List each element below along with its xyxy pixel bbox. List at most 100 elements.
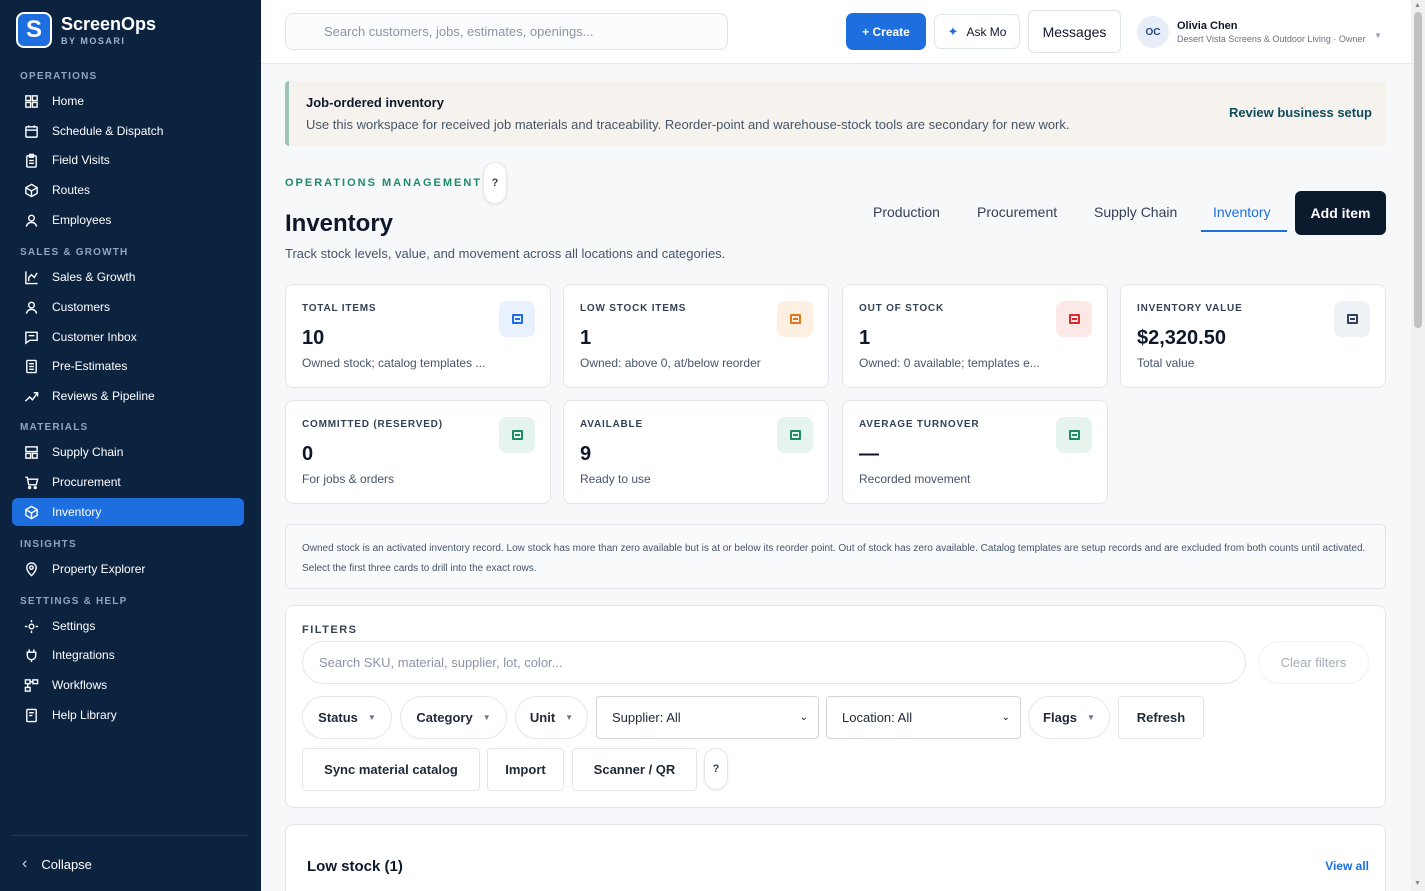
page-help-button[interactable]: ? [483, 162, 507, 204]
sidebar-item-settings[interactable]: Settings [12, 612, 244, 640]
stat-value: 1 [580, 327, 592, 349]
stat-note: Total value [1137, 356, 1195, 370]
ask-mo-label: Ask Mo [966, 24, 1007, 39]
tab-production[interactable]: Production [873, 204, 940, 220]
sidebar-item-label: Pre-Estimates [52, 359, 128, 373]
refresh-button[interactable]: Refresh [1118, 696, 1204, 739]
review-business-setup-link[interactable]: Review business setup [1229, 105, 1372, 120]
tab-supply-chain[interactable]: Supply Chain [1094, 204, 1177, 220]
workflow-icon [24, 678, 39, 692]
status-filter-label: Status [318, 710, 358, 725]
stat-card-average-turnover: AVERAGE TURNOVER — Recorded movement [842, 400, 1108, 504]
messages-button[interactable]: Messages [1028, 10, 1121, 53]
sidebar-item-field-visits[interactable]: Field Visits [12, 146, 244, 174]
sidebar-item-label: Property Explorer [52, 562, 146, 576]
import-button[interactable]: Import [487, 748, 564, 791]
brand-logo: S [16, 12, 52, 48]
create-button[interactable]: + Create [846, 13, 926, 50]
sidebar-item-procurement[interactable]: Procurement [12, 468, 244, 496]
sidebar-item-workflows[interactable]: Workflows [12, 671, 244, 699]
sidebar-item-customer-inbox[interactable]: Customer Inbox [12, 323, 244, 351]
tab-procurement[interactable]: Procurement [977, 204, 1057, 220]
stat-label: OUT OF STOCK [859, 303, 944, 314]
sparkle-icon: ✦ [947, 23, 959, 39]
chat-icon [25, 331, 38, 345]
unit-filter-label: Unit [529, 710, 556, 725]
scroll-up-arrow-icon[interactable]: ▲ [1414, 2, 1421, 9]
tab-inventory[interactable]: Inventory [1213, 204, 1271, 220]
stock-definitions-note: Owned stock is an activated inventory re… [285, 524, 1386, 589]
category-filter[interactable]: Category ▼ [400, 696, 507, 739]
box-icon [1056, 417, 1092, 453]
sidebar-item-reviews-pipeline[interactable]: Reviews & Pipeline [12, 382, 244, 410]
sidebar-item-inventory[interactable]: Inventory [12, 498, 244, 526]
scroll-thumb[interactable] [1414, 12, 1422, 328]
stat-note: Owned: 0 available; templates e... [859, 356, 1040, 370]
sidebar-item-supply-chain[interactable]: Supply Chain [12, 438, 244, 466]
active-tab-indicator [1201, 230, 1287, 232]
sidebar-item-label: Workflows [52, 678, 108, 692]
caret-down-icon: ▼ [1087, 713, 1095, 722]
location-select[interactable]: Location: All ⌄ [826, 696, 1021, 739]
stat-note: Owned: above 0, at/below reorder [580, 356, 761, 370]
sidebar-item-label: Home [52, 94, 85, 108]
sidebar-divider [12, 835, 248, 836]
stat-label: LOW STOCK ITEMS [580, 303, 687, 314]
supplier-select[interactable]: Supplier: All ⌄ [596, 696, 819, 739]
sidebar-item-schedule-dispatch[interactable]: Schedule & Dispatch [12, 117, 244, 145]
chevron-down-icon: ⌄ [799, 712, 808, 723]
category-filter-label: Category [416, 710, 473, 725]
stat-card-inventory-value: INVENTORY VALUE $2,320.50 Total value [1120, 284, 1386, 388]
filters-help-button[interactable]: ? [704, 748, 728, 790]
chevron-left-icon: ‹ [22, 855, 28, 872]
sidebar-item-label: Integrations [52, 648, 115, 662]
stat-note: Recorded movement [859, 472, 971, 486]
location-select-value: Location: All [842, 710, 913, 725]
sidebar-item-employees[interactable]: Employees [12, 206, 244, 234]
chart-bar-icon [25, 270, 38, 284]
page-title: Inventory [285, 210, 394, 237]
sidebar-item-label: Customers [52, 300, 111, 314]
status-filter[interactable]: Status ▼ [302, 696, 392, 739]
ask-mo-button[interactable]: ✦ Ask Mo [934, 14, 1020, 49]
sidebar-item-label: Customer Inbox [52, 330, 137, 344]
scroll-down-arrow-icon[interactable]: ▼ [1414, 880, 1421, 887]
sidebar-item-integrations[interactable]: Integrations [12, 641, 244, 669]
brand[interactable]: S ScreenOps BY MOSARI [16, 12, 156, 48]
low-stock-panel: Low stock (1) View all [285, 824, 1386, 891]
brand-sub: BY MOSARI [61, 36, 126, 46]
nav-section-operations: OPERATIONS [20, 71, 98, 82]
stat-note: For jobs & orders [302, 472, 395, 486]
sidebar-item-pre-estimates[interactable]: Pre-Estimates [12, 352, 244, 380]
sidebar-item-label: Field Visits [52, 153, 110, 167]
job-ordered-notice: Job-ordered inventory Use this workspace… [285, 81, 1387, 146]
sidebar-item-customers[interactable]: Customers [12, 293, 244, 321]
scanner-qr-button[interactable]: Scanner / QR [572, 748, 697, 791]
inventory-search-input[interactable]: Search SKU, material, supplier, lot, col… [302, 641, 1246, 684]
user-name: Olivia Chen [1177, 20, 1238, 32]
sidebar-item-sales-growth[interactable]: Sales & Growth [12, 263, 244, 291]
user-menu[interactable]: OC Olivia Chen Desert Vista Screens & Ou… [1137, 16, 1382, 48]
caret-down-icon: ▼ [482, 713, 491, 722]
stat-card-out-of-stock[interactable]: OUT OF STOCK 1 Owned: 0 available; templ… [842, 284, 1108, 388]
page-scrollbar[interactable]: ▲ ▼ [1411, 0, 1425, 891]
unit-filter[interactable]: Unit ▼ [515, 696, 588, 739]
add-item-button[interactable]: Add item [1295, 191, 1386, 235]
view-all-link[interactable]: View all [1325, 859, 1369, 873]
notice-text: Use this workspace for received job mate… [306, 117, 1070, 132]
sidebar: S ScreenOps BY MOSARI OPERATIONS SALES &… [0, 0, 261, 891]
sync-material-catalog-button[interactable]: Sync material catalog [302, 748, 480, 791]
sidebar-item-home[interactable]: Home [12, 87, 244, 115]
plug-icon [26, 648, 37, 662]
flags-filter[interactable]: Flags ▼ [1028, 696, 1110, 739]
nav-section-settings-help: SETTINGS & HELP [20, 596, 128, 607]
clear-filters-button[interactable]: Clear filters [1258, 641, 1369, 684]
sidebar-item-routes[interactable]: Routes [12, 176, 244, 204]
global-search-input[interactable]: Search customers, jobs, estimates, openi… [285, 13, 728, 50]
stat-card-total-items[interactable]: TOTAL ITEMS 10 Owned stock; catalog temp… [285, 284, 551, 388]
stat-card-low-stock[interactable]: LOW STOCK ITEMS 1 Owned: above 0, at/bel… [563, 284, 829, 388]
cube-icon [25, 183, 38, 197]
sidebar-item-help-library[interactable]: Help Library [12, 701, 244, 729]
collapse-button[interactable]: ‹ Collapse [22, 855, 92, 873]
sidebar-item-property-explorer[interactable]: Property Explorer [12, 555, 244, 583]
